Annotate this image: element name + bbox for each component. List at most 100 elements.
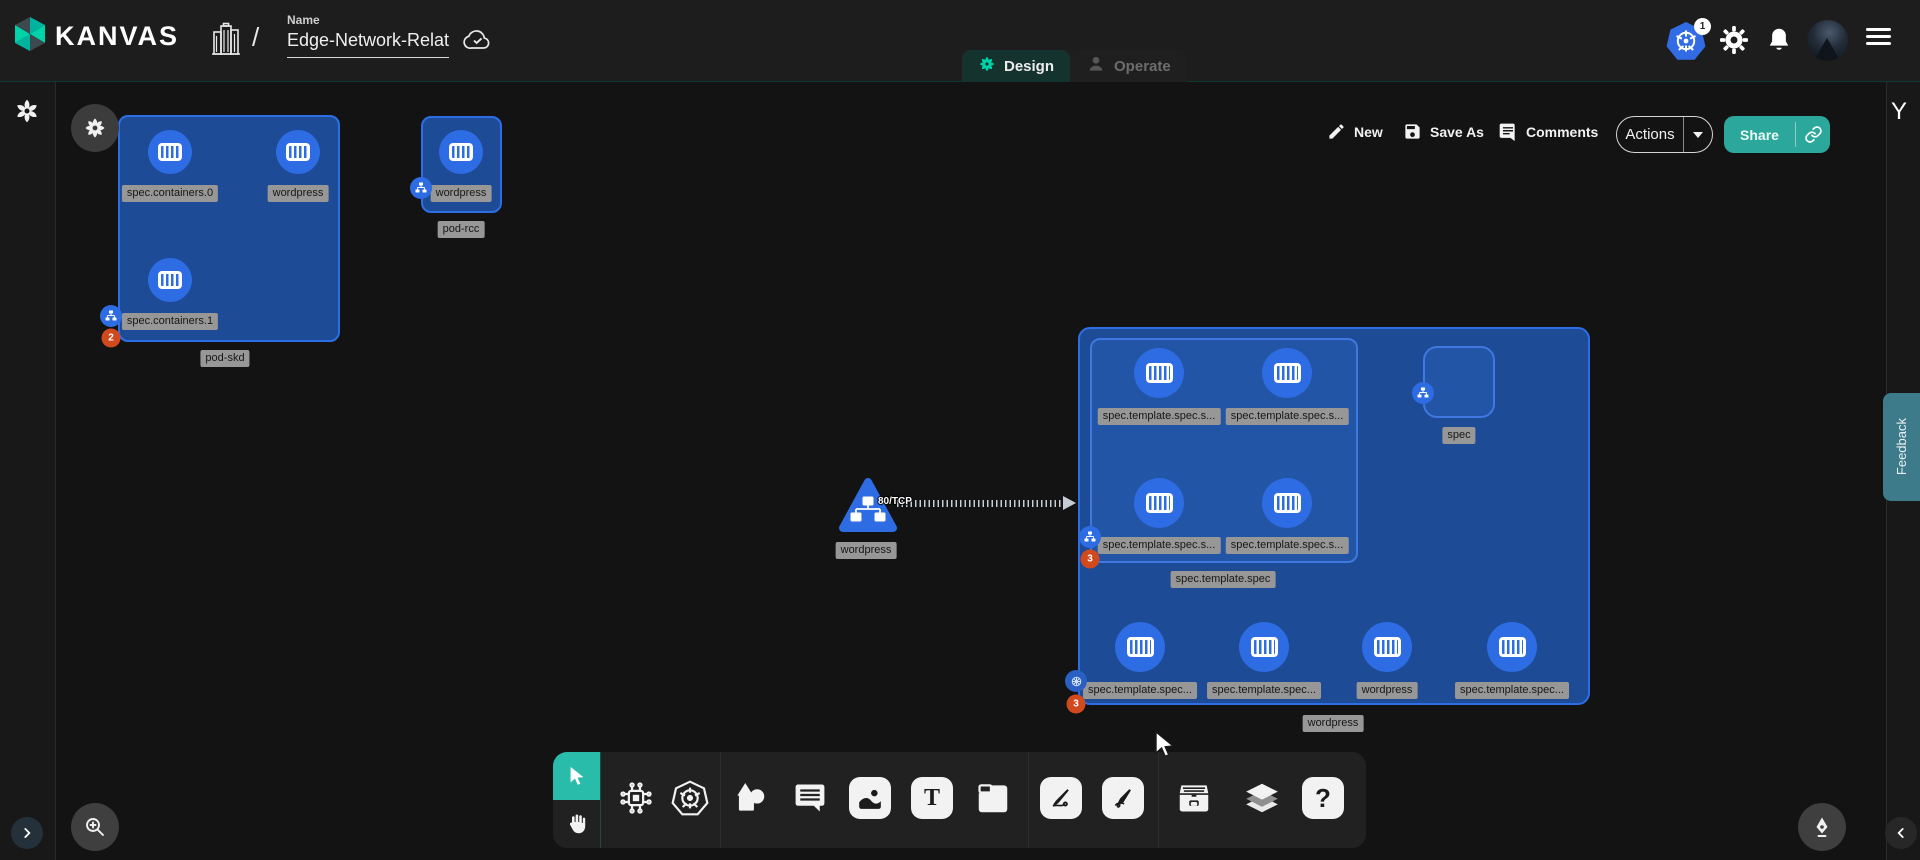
- tool-text[interactable]: T: [911, 777, 953, 819]
- node-label: spec.containers.1: [122, 313, 218, 330]
- tool-integrations[interactable]: [617, 779, 655, 817]
- edge-service-to-deployment[interactable]: [897, 500, 1065, 507]
- container-icon: [1127, 637, 1154, 657]
- organization-building-icon[interactable]: [210, 22, 242, 58]
- left-rail: [0, 82, 56, 860]
- feedback-tab[interactable]: Feedback: [1883, 393, 1920, 501]
- error-count-badge[interactable]: 3: [1067, 695, 1086, 714]
- feedback-label: Feedback: [1894, 418, 1909, 475]
- chevron-down-icon: [1693, 132, 1703, 138]
- menu-icon[interactable]: [1866, 28, 1891, 49]
- group-label: wordpress: [1303, 715, 1364, 732]
- node-label: spec.template.spec.s...: [1098, 537, 1221, 554]
- actions-dropdown-button[interactable]: [1684, 132, 1712, 138]
- node-label: spec.template.spec...: [1083, 682, 1197, 699]
- relationship-badge[interactable]: [1412, 382, 1434, 404]
- sync-spinner-icon[interactable]: [12, 96, 42, 131]
- share-split-button[interactable]: Share: [1724, 116, 1830, 153]
- kanvas-logo-text: KANVAS: [55, 21, 179, 52]
- node-deployment-container[interactable]: [1115, 622, 1165, 672]
- comments-button[interactable]: Comments: [1498, 122, 1598, 142]
- user-avatar[interactable]: [1807, 20, 1848, 61]
- tool-select-cursor[interactable]: [553, 752, 600, 800]
- node-spec[interactable]: [1423, 346, 1495, 418]
- expand-left-panel-button[interactable]: [11, 817, 43, 849]
- mode-tabs: Design Operate: [962, 50, 1187, 82]
- settings-gear-icon[interactable]: [1718, 24, 1750, 56]
- collapse-right-panel-button[interactable]: [1885, 817, 1917, 849]
- node-deployment-container[interactable]: [1362, 622, 1412, 672]
- node-service-wordpress[interactable]: [838, 477, 898, 540]
- node-label: wordpress: [1357, 682, 1418, 699]
- relationship-badge[interactable]: [1079, 526, 1101, 548]
- error-count-badge[interactable]: 3: [1081, 550, 1100, 569]
- text-tool-glyph: T: [924, 785, 940, 812]
- kanvas-logo[interactable]: KANVAS: [14, 16, 179, 57]
- relationship-badge[interactable]: [410, 177, 432, 199]
- node-template-container[interactable]: [1262, 478, 1312, 528]
- node-label: spec.template.spec.s...: [1098, 408, 1221, 425]
- tool-media-image[interactable]: [849, 777, 891, 819]
- tool-freehand[interactable]: [1102, 777, 1144, 819]
- tool-pen-line[interactable]: [1040, 777, 1082, 819]
- container-icon: [1146, 493, 1173, 513]
- container-icon: [158, 143, 182, 161]
- tool-comment[interactable]: [792, 780, 828, 816]
- node-label: spec: [1442, 427, 1475, 444]
- new-button-label: New: [1354, 124, 1383, 140]
- tab-operate[interactable]: Operate: [1070, 50, 1187, 82]
- design-spiral-icon: [978, 55, 996, 77]
- edge-port-label: 80/TCP: [878, 496, 912, 507]
- tab-operate-label: Operate: [1114, 58, 1171, 75]
- kubernetes-badge[interactable]: [1065, 670, 1087, 692]
- actions-split-button[interactable]: Actions: [1616, 116, 1713, 153]
- header: KANVAS / Name: [0, 0, 1920, 82]
- node-template-container[interactable]: [1134, 348, 1184, 398]
- node-deployment-container[interactable]: [1239, 622, 1289, 672]
- canvas-widgets-button[interactable]: [71, 104, 119, 152]
- tab-design-label: Design: [1004, 58, 1054, 75]
- breadcrumb-separator: /: [252, 22, 259, 53]
- notifications-bell-icon[interactable]: [1764, 24, 1794, 56]
- node-label: wordpress: [268, 185, 329, 202]
- group-spec-template-spec[interactable]: [1090, 338, 1358, 563]
- tool-help[interactable]: ?: [1302, 777, 1344, 819]
- tool-kubernetes[interactable]: [670, 778, 710, 818]
- design-name-label: Name: [287, 13, 320, 27]
- tool-dock: T: [553, 752, 1366, 848]
- node-wordpress-container[interactable]: [439, 130, 483, 174]
- group-label: pod-skd: [200, 350, 249, 367]
- node-wordpress-container[interactable]: [276, 130, 320, 174]
- tool-pan-hand[interactable]: [553, 800, 600, 848]
- edge-arrowhead: [1063, 496, 1076, 510]
- kubernetes-context-count-badge: 1: [1694, 18, 1711, 35]
- design-name-input[interactable]: [287, 28, 449, 58]
- node-template-container[interactable]: [1134, 478, 1184, 528]
- node-label: spec.template.spec...: [1207, 682, 1321, 699]
- zoom-button[interactable]: [71, 803, 119, 851]
- container-icon: [1274, 363, 1301, 383]
- tool-shapes[interactable]: [731, 779, 769, 817]
- tool-layers[interactable]: [1243, 779, 1281, 817]
- node-template-container[interactable]: [1262, 348, 1312, 398]
- save-as-button-label: Save As: [1430, 124, 1484, 140]
- new-button[interactable]: New: [1327, 122, 1383, 141]
- mouse-cursor: [1152, 730, 1178, 765]
- copy-link-button[interactable]: [1796, 125, 1830, 144]
- node-spec-containers-0[interactable]: [148, 130, 192, 174]
- pen-nib-button[interactable]: [1798, 803, 1846, 851]
- node-spec-containers-1[interactable]: [148, 258, 192, 302]
- tool-drawer[interactable]: [1175, 779, 1213, 817]
- node-deployment-container[interactable]: [1487, 622, 1537, 672]
- group-label: pod-rcc: [438, 221, 485, 238]
- error-count-badge[interactable]: 2: [102, 329, 121, 348]
- relationship-badge[interactable]: [100, 305, 122, 327]
- node-label: wordpress: [431, 185, 492, 202]
- node-label: spec.template.spec.s...: [1226, 537, 1349, 554]
- tab-design[interactable]: Design: [962, 50, 1070, 82]
- tool-note[interactable]: [974, 779, 1012, 817]
- container-icon: [1374, 637, 1401, 657]
- container-icon: [1251, 637, 1278, 657]
- node-label: wordpress: [836, 542, 897, 559]
- save-as-button[interactable]: Save As: [1403, 122, 1484, 141]
